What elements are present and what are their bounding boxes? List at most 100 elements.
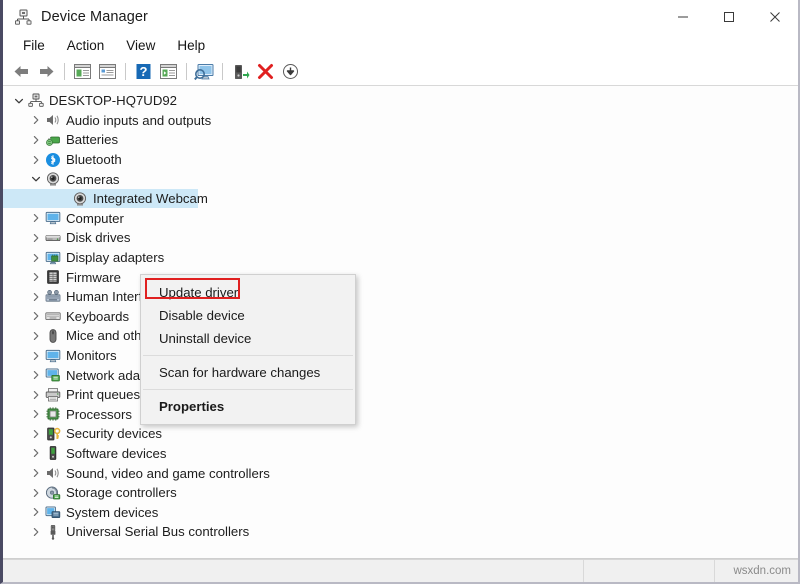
security-device-icon [44, 426, 62, 442]
chevron-down-icon[interactable] [11, 93, 27, 109]
chevron-right-icon[interactable] [28, 132, 44, 148]
keyboard-icon [44, 308, 62, 324]
tree-item-label: Bluetooth [66, 152, 127, 167]
chevron-right-icon[interactable] [28, 504, 44, 520]
menu-file[interactable]: File [12, 36, 56, 56]
chevron-right-icon[interactable] [28, 348, 44, 364]
camera-icon [44, 171, 62, 187]
chevron-right-icon[interactable] [28, 445, 44, 461]
tree-item[interactable]: Audio inputs and outputs [3, 111, 798, 131]
tree-item[interactable]: Print queues [3, 385, 798, 405]
maximize-button[interactable] [706, 0, 752, 33]
tree-item[interactable]: DESKTOP-HQ7UD92 [3, 91, 798, 111]
context-menu-item-disable-device[interactable]: Disable device [141, 304, 355, 327]
chevron-right-icon[interactable] [28, 485, 44, 501]
forward-button[interactable] [34, 60, 59, 83]
chevron-right-icon[interactable] [28, 406, 44, 422]
tree-item[interactable]: Human Interface Devices [3, 287, 798, 307]
close-button[interactable] [752, 0, 798, 33]
tree-item[interactable]: Batteries [3, 130, 798, 150]
minimize-button[interactable] [660, 0, 706, 33]
tree-item-label: Keyboards [66, 309, 134, 324]
tree-item[interactable]: Keyboards [3, 307, 798, 327]
system-device-icon [44, 504, 62, 520]
menu-view[interactable]: View [115, 36, 166, 56]
tree-item[interactable]: Universal Serial Bus controllers [3, 522, 798, 542]
tree-item-label: Sound, video and game controllers [66, 466, 275, 481]
back-button[interactable] [9, 60, 34, 83]
tree-item-label: Software devices [66, 446, 171, 461]
chevron-right-icon[interactable] [28, 250, 44, 266]
tree-item[interactable]: System devices [3, 502, 798, 522]
menu-action[interactable]: Action [56, 36, 116, 56]
tree-item[interactable]: Monitors [3, 346, 798, 366]
usb-icon [44, 524, 62, 540]
tree-item[interactable]: Firmware [3, 267, 798, 287]
show-hide-action-pane-button[interactable] [156, 60, 181, 83]
chevron-right-icon[interactable] [28, 426, 44, 442]
toolbar-separator [186, 63, 187, 80]
chevron-right-icon[interactable] [28, 210, 44, 226]
chevron-right-icon[interactable] [28, 367, 44, 383]
context-menu-item-properties[interactable]: Properties [141, 395, 355, 418]
help-button[interactable]: ? [131, 60, 156, 83]
context-menu-item-uninstall-device[interactable]: Uninstall device [141, 327, 355, 350]
tree-item[interactable]: Display adapters [3, 248, 798, 268]
camera-icon [71, 191, 89, 207]
tree-item-label: Batteries [66, 132, 123, 147]
printer-icon [44, 387, 62, 403]
firmware-icon [44, 269, 62, 285]
tree-item[interactable]: Cameras [3, 169, 798, 189]
chevron-right-icon[interactable] [28, 308, 44, 324]
tree-item[interactable]: Security devices [3, 424, 798, 444]
chevron-down-icon[interactable] [28, 171, 44, 187]
tree-item[interactable]: Computer [3, 209, 798, 229]
chevron-right-icon[interactable] [28, 524, 44, 540]
scan-for-hardware-changes-button[interactable] [192, 60, 217, 83]
device-tree-panel[interactable]: DESKTOP-HQ7UD92Audio inputs and outputsB… [3, 86, 798, 559]
no-twisty [55, 191, 71, 207]
monitor-icon [44, 348, 62, 364]
menu-help[interactable]: Help [166, 36, 216, 56]
chevron-right-icon[interactable] [28, 465, 44, 481]
context-menu-item-update-driver[interactable]: Update driver [141, 281, 355, 304]
tree-item-label: Universal Serial Bus controllers [66, 524, 254, 539]
speaker-icon [44, 112, 62, 128]
tree-item-selected[interactable]: Integrated Webcam [3, 189, 798, 209]
mouse-icon [44, 328, 62, 344]
tree-item-label: System devices [66, 505, 163, 520]
tree-item-label: Security devices [66, 426, 167, 441]
properties-button[interactable] [95, 60, 120, 83]
window-title: Device Manager [41, 9, 148, 25]
tree-item[interactable]: Bluetooth [3, 150, 798, 170]
context-menu[interactable]: Update driver Disable device Uninstall d… [140, 274, 356, 425]
tree-item[interactable]: Disk drives [3, 228, 798, 248]
watermark-text: wsxdn.com [733, 565, 798, 577]
tree-item-label: Processors [66, 407, 137, 422]
title-bar: Device Manager [3, 0, 798, 33]
disable-device-button[interactable] [278, 60, 303, 83]
toolbar: ? [3, 58, 798, 86]
tree-item-label: DESKTOP-HQ7UD92 [49, 93, 182, 108]
status-bar: wsxdn.com [3, 559, 798, 582]
device-manager-icon [14, 8, 32, 26]
tree-item[interactable]: Storage controllers [3, 483, 798, 503]
chevron-right-icon[interactable] [28, 328, 44, 344]
chevron-right-icon[interactable] [28, 152, 44, 168]
tree-item[interactable]: Network adapters [3, 365, 798, 385]
tree-item-label: Storage controllers [66, 485, 182, 500]
status-segment-middle [584, 560, 715, 582]
chevron-right-icon[interactable] [28, 269, 44, 285]
context-menu-item-scan-for-hardware-changes[interactable]: Scan for hardware changes [141, 361, 355, 384]
tree-item[interactable]: Mice and other pointing devices [3, 326, 798, 346]
tree-item[interactable]: Sound, video and game controllers [3, 463, 798, 483]
tree-item[interactable]: Software devices [3, 444, 798, 464]
show-hide-console-tree-button[interactable] [70, 60, 95, 83]
tree-item[interactable]: Processors [3, 405, 798, 425]
chevron-right-icon[interactable] [28, 387, 44, 403]
chevron-right-icon[interactable] [28, 289, 44, 305]
update-driver-button[interactable] [228, 60, 253, 83]
chevron-right-icon[interactable] [28, 112, 44, 128]
uninstall-device-button[interactable] [253, 60, 278, 83]
chevron-right-icon[interactable] [28, 230, 44, 246]
